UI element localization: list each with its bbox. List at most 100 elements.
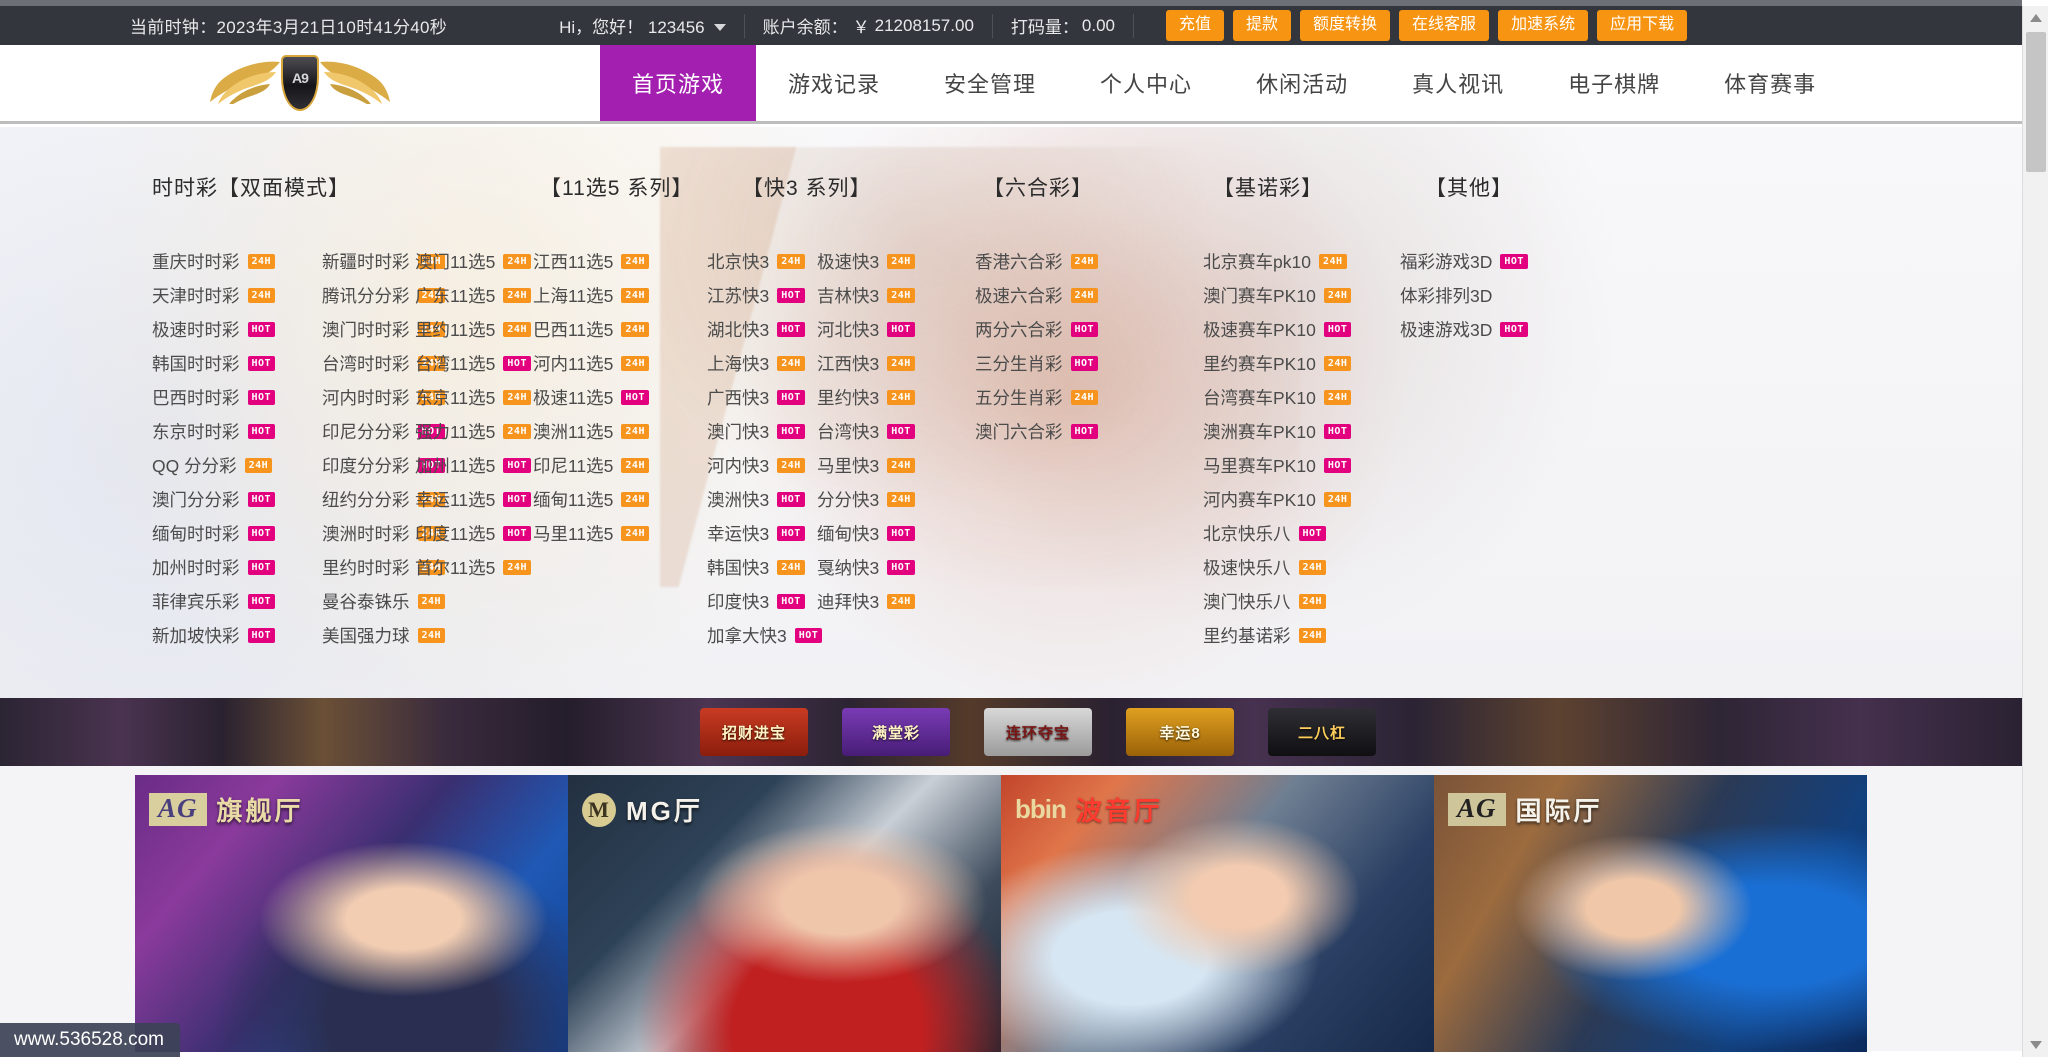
game-link[interactable]: 河内赛车PK1024H	[1203, 482, 1383, 516]
game-link[interactable]: 重庆时时彩24H	[152, 244, 322, 278]
game-link[interactable]: 极速11选5HOT	[533, 380, 651, 414]
nav-item-game-records[interactable]: 游戏记录	[756, 45, 912, 121]
game-link[interactable]: 缅甸11选524H	[533, 482, 651, 516]
game-link[interactable]: 澳门分分彩HOT	[152, 482, 322, 516]
game-link[interactable]: 分分快324H	[817, 482, 927, 516]
nav-item-slots-cards[interactable]: 电子棋牌	[1536, 45, 1692, 121]
casino-card-mg[interactable]: M MG厅	[568, 775, 1001, 1052]
game-link[interactable]: 澳门快乐八24H	[1203, 584, 1383, 618]
app-download-button[interactable]: 应用下载	[1597, 10, 1687, 41]
game-link[interactable]: 东京11选524H	[415, 380, 533, 414]
strip-game-1[interactable]: 招财进宝	[700, 708, 808, 756]
game-link[interactable]: 极速六合彩24H	[975, 278, 1135, 312]
online-support-button[interactable]: 在线客服	[1399, 10, 1489, 41]
casino-card-bbin[interactable]: bbin 波音厅	[1001, 775, 1434, 1052]
game-link[interactable]: 曼谷泰铢乐24H	[322, 584, 492, 618]
game-link[interactable]: 江苏快3HOT	[707, 278, 817, 312]
game-link[interactable]: 马里赛车PK10HOT	[1203, 448, 1383, 482]
game-link[interactable]: 澳洲赛车PK10HOT	[1203, 414, 1383, 448]
game-link[interactable]: 五分生肖彩24H	[975, 380, 1135, 414]
game-link[interactable]: 天津时时彩24H	[152, 278, 322, 312]
game-link[interactable]: 澳门快3HOT	[707, 414, 817, 448]
game-link[interactable]: 吉林快324H	[817, 278, 927, 312]
game-link[interactable]: 加拿大快3HOT	[707, 618, 817, 652]
game-link[interactable]: 上海快324H	[707, 346, 817, 380]
user-greeting-menu[interactable]: Hi，您好！ 123456	[559, 13, 726, 38]
game-link[interactable]: 湖北快3HOT	[707, 312, 817, 346]
strip-game-4[interactable]: 幸运8	[1126, 708, 1234, 756]
game-link[interactable]: 两分六合彩HOT	[975, 312, 1135, 346]
nav-item-personal-center[interactable]: 个人中心	[1068, 45, 1224, 121]
strip-game-5[interactable]: 二八杠	[1268, 708, 1376, 756]
game-link[interactable]: 幸运快3HOT	[707, 516, 817, 550]
game-link[interactable]: 极速快乐八24H	[1203, 550, 1383, 584]
game-link[interactable]: 东京时时彩HOT	[152, 414, 322, 448]
game-link[interactable]: 极速快324H	[817, 244, 927, 278]
game-link[interactable]: 澳门11选524H	[415, 244, 533, 278]
strip-game-3[interactable]: 连环夺宝	[984, 708, 1092, 756]
game-link[interactable]: 美国强力球24H	[322, 618, 492, 652]
game-link[interactable]: 江西11选524H	[533, 244, 651, 278]
game-link[interactable]: 菲律宾乐彩HOT	[152, 584, 322, 618]
game-link[interactable]: 江西快324H	[817, 346, 927, 380]
vertical-scrollbar[interactable]	[2022, 6, 2048, 1057]
game-link[interactable]: 缅甸快3HOT	[817, 516, 927, 550]
scroll-up-arrow-icon[interactable]	[2023, 6, 2048, 30]
game-link[interactable]: 北京快324H	[707, 244, 817, 278]
game-link[interactable]: 里约赛车PK1024H	[1203, 346, 1383, 380]
game-link[interactable]: 体彩排列3D	[1400, 278, 1570, 312]
nav-item-leisure-activities[interactable]: 休闲活动	[1224, 45, 1380, 121]
game-link[interactable]: 巴西时时彩HOT	[152, 380, 322, 414]
game-link[interactable]: 首尔11选524H	[415, 550, 533, 584]
transfer-button[interactable]: 额度转换	[1300, 10, 1390, 41]
game-link[interactable]: 台湾11选5HOT	[415, 346, 533, 380]
game-link[interactable]: 巴西11选524H	[533, 312, 651, 346]
game-link[interactable]: 澳洲快3HOT	[707, 482, 817, 516]
game-link[interactable]: 广东11选524H	[415, 278, 533, 312]
game-link[interactable]: 里约基诺彩24H	[1203, 618, 1383, 652]
scrollbar-thumb[interactable]	[2026, 32, 2046, 172]
game-link[interactable]: QQ 分分彩24H	[152, 448, 322, 482]
nav-item-sports[interactable]: 体育赛事	[1692, 45, 1848, 121]
game-link[interactable]: 强力11选524H	[415, 414, 533, 448]
game-link[interactable]: 马里快324H	[817, 448, 927, 482]
game-link[interactable]: 河内快324H	[707, 448, 817, 482]
game-link[interactable]: 河内11选524H	[533, 346, 651, 380]
game-link[interactable]: 里约11选524H	[415, 312, 533, 346]
game-link[interactable]: 新加坡快彩HOT	[152, 618, 322, 652]
game-link[interactable]: 澳洲11选524H	[533, 414, 651, 448]
casino-card-ag-international[interactable]: AG 国际厅	[1434, 775, 1867, 1052]
game-link[interactable]: 广西快3HOT	[707, 380, 817, 414]
game-link[interactable]: 加州时时彩HOT	[152, 550, 322, 584]
game-link[interactable]: 极速时时彩HOT	[152, 312, 322, 346]
strip-game-2[interactable]: 满堂彩	[842, 708, 950, 756]
game-link[interactable]: 上海11选524H	[533, 278, 651, 312]
game-link[interactable]: 加州11选5HOT	[415, 448, 533, 482]
game-link[interactable]: 印度11选5HOT	[415, 516, 533, 550]
game-link[interactable]: 幸运11选5HOT	[415, 482, 533, 516]
game-link[interactable]: 印尼11选524H	[533, 448, 651, 482]
game-link[interactable]: 极速赛车PK10HOT	[1203, 312, 1383, 346]
game-link[interactable]: 河北快3HOT	[817, 312, 927, 346]
game-link[interactable]: 韩国快324H	[707, 550, 817, 584]
accelerate-system-button[interactable]: 加速系统	[1498, 10, 1588, 41]
promo-banner-strip[interactable]: 招财进宝 满堂彩 连环夺宝 幸运8 二八杠	[0, 698, 2022, 766]
game-link[interactable]: 香港六合彩24H	[975, 244, 1135, 278]
game-link[interactable]: 印度快3HOT	[707, 584, 817, 618]
game-link[interactable]: 迪拜快324H	[817, 584, 927, 618]
game-link[interactable]: 北京快乐八HOT	[1203, 516, 1383, 550]
game-link[interactable]: 戛纳快3HOT	[817, 550, 927, 584]
nav-item-live-casino[interactable]: 真人视讯	[1380, 45, 1536, 121]
game-link[interactable]: 澳门六合彩HOT	[975, 414, 1135, 448]
game-link[interactable]: 北京赛车pk1024H	[1203, 244, 1383, 278]
game-link[interactable]: 福彩游戏3DHOT	[1400, 244, 1570, 278]
game-link[interactable]: 马里11选524H	[533, 516, 651, 550]
withdraw-button[interactable]: 提款	[1233, 10, 1291, 41]
nav-item-security[interactable]: 安全管理	[912, 45, 1068, 121]
game-link[interactable]: 里约快324H	[817, 380, 927, 414]
game-link[interactable]: 澳门赛车PK1024H	[1203, 278, 1383, 312]
nav-item-home-games[interactable]: 首页游戏	[600, 45, 756, 121]
game-link[interactable]: 极速游戏3DHOT	[1400, 312, 1570, 346]
game-link[interactable]: 三分生肖彩HOT	[975, 346, 1135, 380]
scroll-down-arrow-icon[interactable]	[2023, 1033, 2048, 1057]
